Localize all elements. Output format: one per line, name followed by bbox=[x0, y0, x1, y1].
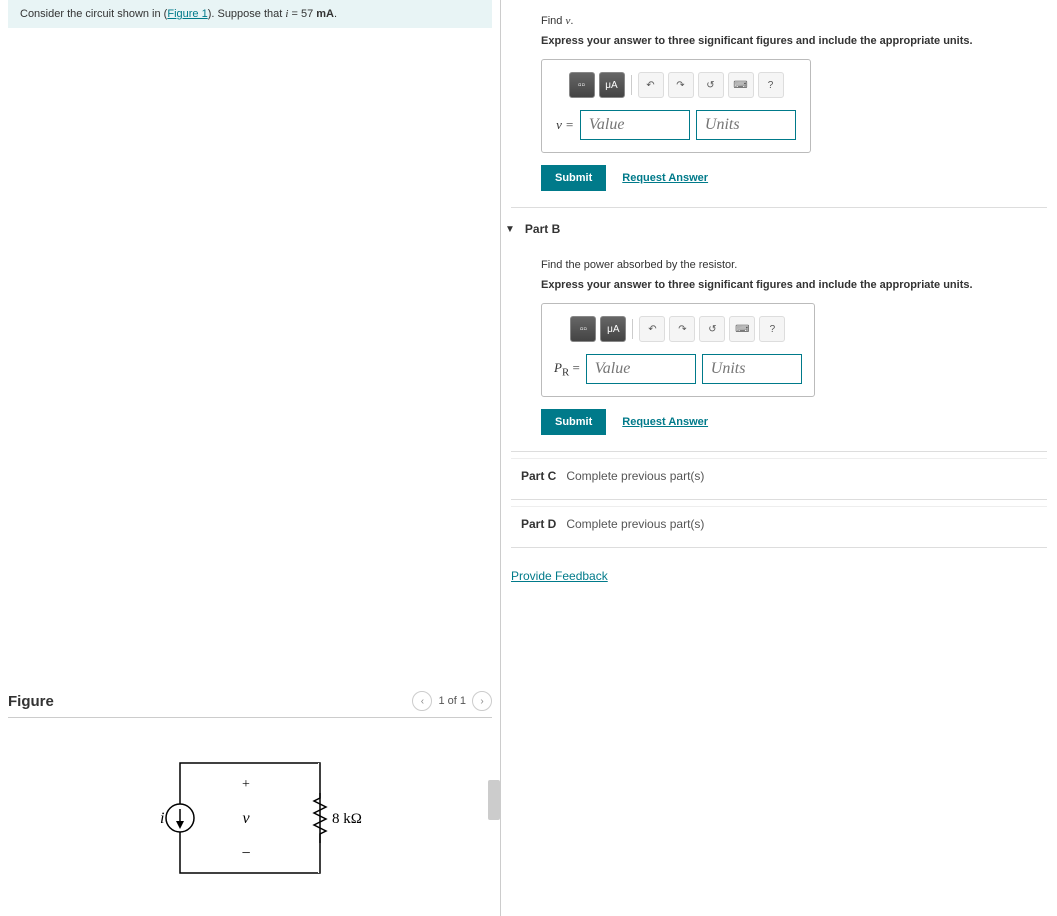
keyboard-button[interactable]: ⌨ bbox=[728, 72, 754, 98]
part-b-question: Find the power absorbed by the resistor. bbox=[541, 259, 1047, 271]
part-b-units-input[interactable] bbox=[702, 354, 802, 384]
figure-page-text: 1 of 1 bbox=[438, 695, 466, 707]
reset-button[interactable]: ↺ bbox=[699, 316, 725, 342]
part-a-answer-box: ▫▫ μA ↶ ↷ ↺ ⌨ ? v = bbox=[541, 59, 811, 153]
undo-icon: ↶ bbox=[648, 324, 656, 335]
problem-unit: mA bbox=[316, 8, 334, 20]
toolbar-sep bbox=[631, 75, 632, 95]
part-b-instruction: Express your answer to three significant… bbox=[541, 279, 1047, 291]
divider bbox=[511, 547, 1047, 548]
figure-title: Figure bbox=[8, 693, 54, 710]
redo-button[interactable]: ↷ bbox=[668, 72, 694, 98]
part-d-row[interactable]: Part D Complete previous part(s) bbox=[511, 506, 1047, 541]
part-c-row[interactable]: Part C Complete previous part(s) bbox=[511, 458, 1047, 493]
part-b-header[interactable]: ▼ Part B bbox=[491, 214, 1047, 244]
part-b-block: Find the power absorbed by the resistor.… bbox=[511, 244, 1047, 445]
figure-next-button[interactable]: › bbox=[472, 691, 492, 711]
problem-suffix: ). Suppose that bbox=[208, 8, 286, 20]
undo-button[interactable]: ↶ bbox=[639, 316, 665, 342]
units-button[interactable]: μA bbox=[600, 316, 626, 342]
part-a-submit-button[interactable]: Submit bbox=[541, 165, 606, 191]
help-button[interactable]: ? bbox=[759, 316, 785, 342]
units-button[interactable]: μA bbox=[599, 72, 625, 98]
help-icon: ? bbox=[768, 80, 774, 91]
toolbar-sep bbox=[632, 319, 633, 339]
caret-down-icon: ▼ bbox=[505, 224, 515, 235]
scrollbar[interactable] bbox=[488, 780, 500, 820]
figure-prev-button[interactable]: ‹ bbox=[412, 691, 432, 711]
part-a-units-input[interactable] bbox=[696, 110, 796, 140]
undo-icon: ↶ bbox=[646, 80, 654, 91]
help-button[interactable]: ? bbox=[758, 72, 784, 98]
problem-eq: = 57 bbox=[288, 8, 316, 20]
chevron-right-icon: › bbox=[480, 696, 483, 707]
part-b-title: Part B bbox=[525, 222, 560, 236]
part-d-text: Complete previous part(s) bbox=[566, 517, 704, 531]
provide-feedback-link[interactable]: Provide Feedback bbox=[511, 554, 608, 583]
keyboard-icon: ⌨ bbox=[735, 324, 749, 335]
part-a-question: Find v. bbox=[541, 15, 1047, 27]
units-icon: μA bbox=[605, 80, 617, 91]
undo-button[interactable]: ↶ bbox=[638, 72, 664, 98]
reset-button[interactable]: ↺ bbox=[698, 72, 724, 98]
part-c-label: Part C bbox=[521, 469, 556, 483]
problem-prefix: Consider the circuit shown in ( bbox=[20, 8, 167, 20]
problem-statement: Consider the circuit shown in (Figure 1)… bbox=[8, 0, 492, 28]
part-a-var-label: v = bbox=[556, 117, 574, 133]
part-b-submit-button[interactable]: Submit bbox=[541, 409, 606, 435]
reset-icon: ↺ bbox=[708, 324, 716, 335]
templates-button[interactable]: ▫▫ bbox=[570, 316, 596, 342]
current-label: i bbox=[160, 810, 164, 827]
part-a-request-answer-link[interactable]: Request Answer bbox=[622, 172, 708, 184]
minus-sign: − bbox=[241, 845, 250, 862]
part-b-value-input[interactable] bbox=[586, 354, 696, 384]
voltage-label: v bbox=[242, 810, 250, 827]
part-c-text: Complete previous part(s) bbox=[566, 469, 704, 483]
units-icon: μA bbox=[607, 324, 619, 335]
part-b-answer-box: ▫▫ μA ↶ ↷ ↺ ⌨ ? PR = bbox=[541, 303, 815, 397]
redo-icon: ↷ bbox=[678, 324, 686, 335]
templates-icon: ▫▫ bbox=[578, 80, 585, 91]
help-icon: ? bbox=[770, 324, 776, 335]
divider bbox=[511, 451, 1047, 452]
chevron-left-icon: ‹ bbox=[421, 696, 424, 707]
plus-sign: + bbox=[242, 777, 250, 792]
redo-icon: ↷ bbox=[676, 80, 684, 91]
redo-button[interactable]: ↷ bbox=[669, 316, 695, 342]
figure-diagram: i + v − 8 kΩ bbox=[8, 728, 492, 908]
part-a-block: Find v. Express your answer to three sig… bbox=[511, 0, 1047, 201]
part-a-instruction: Express your answer to three significant… bbox=[541, 35, 1047, 47]
part-a-value-input[interactable] bbox=[580, 110, 690, 140]
part-b-request-answer-link[interactable]: Request Answer bbox=[622, 416, 708, 428]
figure-link[interactable]: Figure 1 bbox=[167, 8, 207, 20]
templates-icon: ▫▫ bbox=[580, 324, 587, 335]
part-b-var-label: PR = bbox=[554, 360, 580, 379]
reset-icon: ↺ bbox=[706, 80, 714, 91]
part-d-label: Part D bbox=[521, 517, 556, 531]
resistor-label: 8 kΩ bbox=[332, 811, 362, 827]
problem-period: . bbox=[334, 8, 337, 20]
divider bbox=[511, 207, 1047, 208]
keyboard-button[interactable]: ⌨ bbox=[729, 316, 755, 342]
part-a-toolbar: ▫▫ μA ↶ ↷ ↺ ⌨ ? bbox=[554, 72, 798, 98]
templates-button[interactable]: ▫▫ bbox=[569, 72, 595, 98]
part-b-toolbar: ▫▫ μA ↶ ↷ ↺ ⌨ ? bbox=[554, 316, 802, 342]
keyboard-icon: ⌨ bbox=[733, 80, 747, 91]
divider bbox=[511, 499, 1047, 500]
